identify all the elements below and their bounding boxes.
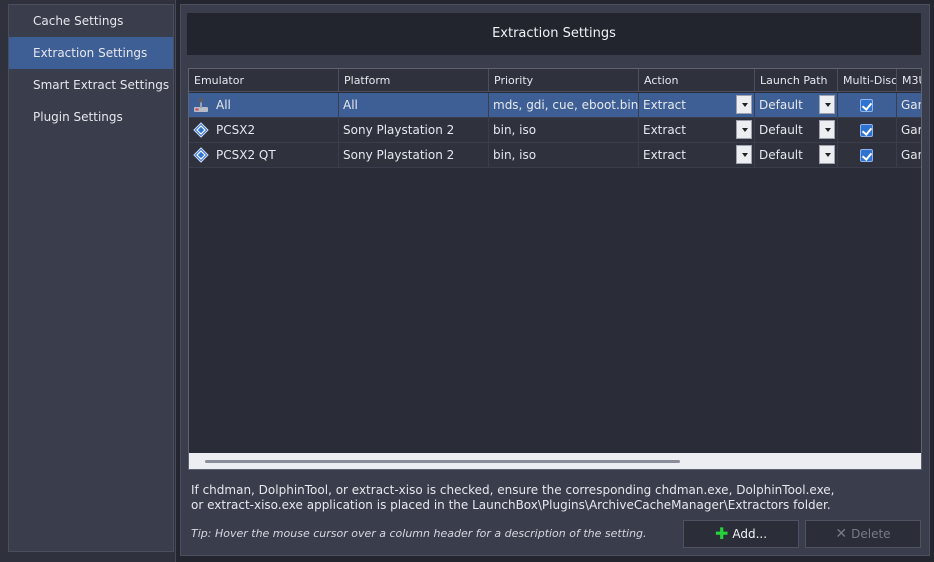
emulator-cell: PCSX2 — [189, 118, 339, 143]
column-header-emulator[interactable]: Emulator — [189, 69, 339, 92]
extraction-settings-grid: Emulator Platform Priority Action Launch… — [188, 68, 922, 470]
horizontal-scrollbar[interactable] — [189, 453, 921, 469]
m3u-cell: Gan — [901, 148, 921, 162]
pcsx2-icon — [193, 122, 209, 138]
priority-cell[interactable]: bin, iso — [489, 118, 639, 143]
multi-disc-cell — [838, 143, 897, 168]
action-value: Extract — [643, 148, 686, 162]
scrollbar-thumb[interactable] — [205, 460, 680, 463]
multi-disc-checkbox[interactable] — [860, 149, 873, 162]
platform-cell: Sony Playstation 2 — [339, 143, 489, 168]
column-header-launch-path[interactable]: Launch Path — [755, 69, 838, 92]
tip-text: Tip: Hover the mouse cursor over a colum… — [191, 527, 647, 540]
main-panel: Extraction Settings Emulator Platform Pr… — [180, 4, 930, 556]
launch-path-value: Default — [759, 98, 803, 112]
grid-header-row: Emulator Platform Priority Action Launch… — [189, 69, 921, 92]
page-title: Extraction Settings — [187, 13, 921, 55]
multi-disc-cell — [838, 93, 897, 118]
action-value: Extract — [643, 123, 686, 137]
sidebar-item-plugin-settings[interactable]: Plugin Settings — [9, 101, 173, 133]
column-header-action[interactable]: Action — [639, 69, 755, 92]
action-dropdown[interactable]: Extract — [639, 118, 755, 143]
emulator-name: PCSX2 — [216, 123, 256, 137]
launch-path-dropdown[interactable]: Default — [755, 118, 838, 143]
launch-path-dropdown[interactable]: Default — [755, 143, 838, 168]
m3u-cell: Gan — [901, 98, 921, 112]
add-button[interactable]: ✚ Add... — [683, 520, 799, 548]
add-button-label: Add... — [732, 527, 768, 541]
column-header-m3u[interactable]: M3U — [897, 69, 921, 92]
chevron-down-icon[interactable] — [819, 120, 835, 139]
emulator-name: All — [216, 98, 231, 112]
chevron-down-icon[interactable] — [736, 95, 752, 114]
column-header-priority[interactable]: Priority — [489, 69, 639, 92]
priority-cell[interactable]: bin, iso — [489, 143, 639, 168]
close-icon: ✕ — [835, 526, 848, 542]
action-value: Extract — [643, 98, 686, 112]
emulator-cell: All — [189, 93, 339, 118]
multi-disc-checkbox[interactable] — [860, 99, 873, 112]
delete-button-label: Delete — [851, 527, 891, 541]
info-line-2: or extract-xiso.exe application is place… — [191, 498, 831, 512]
sidebar: Cache Settings Extraction Settings Smart… — [0, 0, 176, 562]
sidebar-item-cache-settings[interactable]: Cache Settings — [9, 5, 173, 37]
launch-path-dropdown[interactable]: Default — [755, 93, 838, 118]
sidebar-nav: Cache Settings Extraction Settings Smart… — [8, 4, 174, 552]
column-header-multi-disc[interactable]: Multi-Disc — [838, 69, 897, 92]
chevron-down-icon[interactable] — [736, 145, 752, 164]
extractor-info-text: If chdman, DolphinTool, or extract-xiso … — [191, 483, 911, 513]
table-row[interactable]: PCSX2 QT Sony Playstation 2 bin, iso Ext… — [189, 143, 921, 168]
action-dropdown[interactable]: Extract — [639, 143, 755, 168]
sidebar-item-extraction-settings[interactable]: Extraction Settings — [9, 37, 173, 69]
info-line-1: If chdman, DolphinTool, or extract-xiso … — [191, 483, 835, 497]
emulator-name: PCSX2 QT — [216, 148, 276, 162]
chevron-down-icon[interactable] — [819, 95, 835, 114]
column-header-platform[interactable]: Platform — [339, 69, 489, 92]
pcsx2-icon — [193, 147, 209, 163]
multi-disc-checkbox[interactable] — [860, 124, 873, 137]
chevron-down-icon[interactable] — [736, 120, 752, 139]
multi-disc-cell — [838, 118, 897, 143]
table-row[interactable]: PCSX2 Sony Playstation 2 bin, iso Extrac… — [189, 118, 921, 143]
platform-cell: All — [339, 93, 489, 118]
m3u-cell: Gan — [901, 123, 921, 137]
emulator-cell: PCSX2 QT — [189, 143, 339, 168]
launch-path-value: Default — [759, 148, 803, 162]
joystick-icon — [194, 97, 208, 112]
table-row[interactable]: All All mds, gdi, cue, eboot.bin Extract… — [189, 93, 921, 118]
sidebar-item-smart-extract-settings[interactable]: Smart Extract Settings — [9, 69, 173, 101]
chevron-down-icon[interactable] — [819, 145, 835, 164]
delete-button[interactable]: ✕ Delete — [805, 520, 921, 548]
plus-icon: ✚ — [714, 524, 729, 543]
action-dropdown[interactable]: Extract — [639, 93, 755, 118]
launch-path-value: Default — [759, 123, 803, 137]
priority-cell[interactable]: mds, gdi, cue, eboot.bin — [489, 93, 639, 118]
platform-cell: Sony Playstation 2 — [339, 118, 489, 143]
